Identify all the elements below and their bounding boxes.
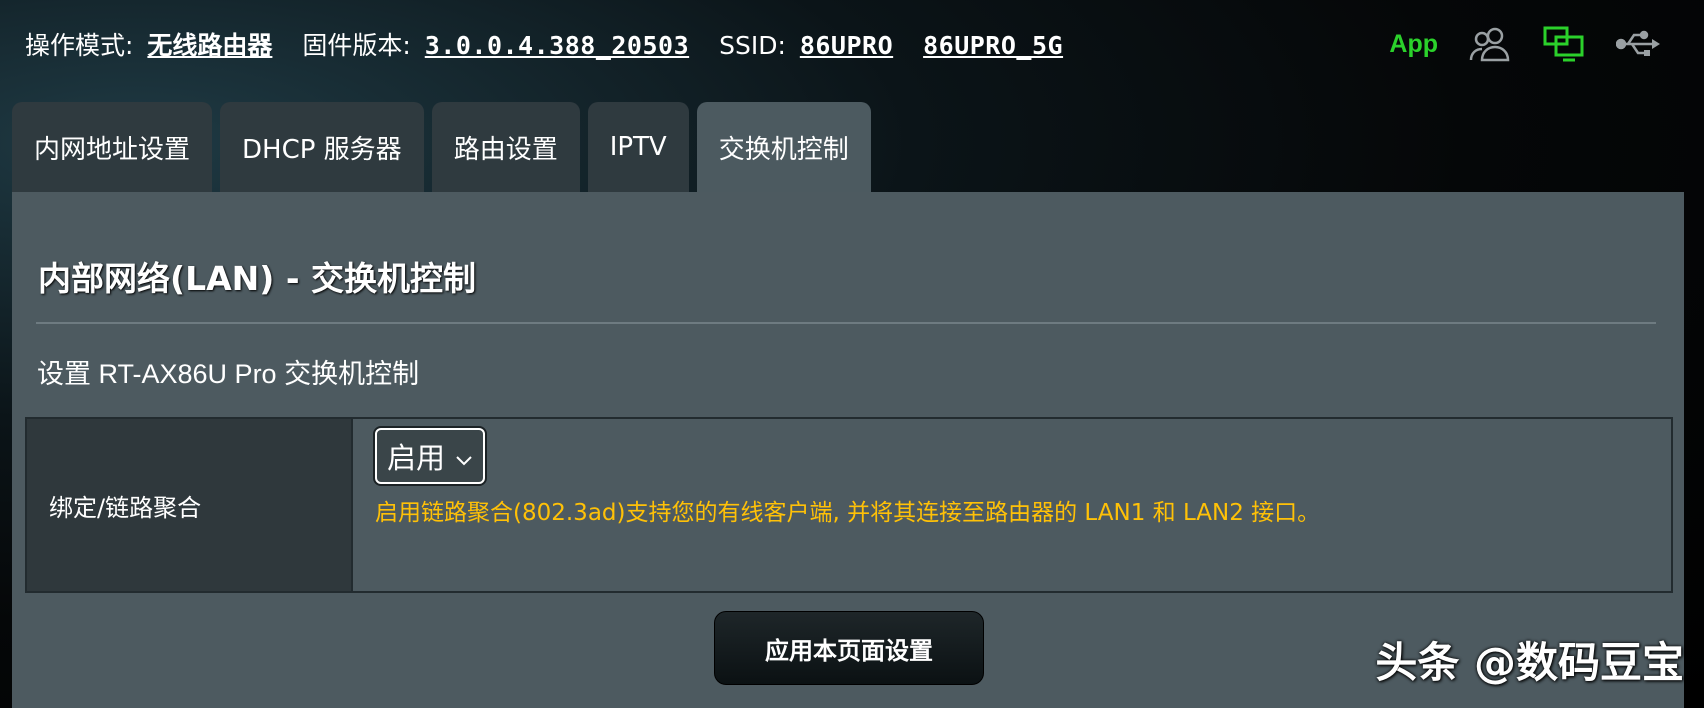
firmware-version-link[interactable]: 3.0.0.4.388_20503 [425,31,689,60]
usb-icon[interactable] [1616,24,1660,64]
ssid-label: SSID: [719,31,786,60]
tab-route[interactable]: 路由设置 [431,102,580,192]
firmware-label: 固件版本: [302,31,411,60]
bonding-value-cell: 启用 启用链路聚合(802.3ad)支持您的有线客户端, 并将其连接至路由器的 … [353,419,1671,591]
tab-dhcp-server[interactable]: DHCP 服务器 [220,102,424,192]
bonding-label: 绑定/链路聚合 [27,419,353,591]
operation-mode-link[interactable]: 无线路由器 [147,31,272,60]
ssid-2g-link[interactable]: 86UPRO [800,31,893,60]
bonding-hint: 启用链路聚合(802.3ad)支持您的有线客户端, 并将其连接至路由器的 LAN… [375,500,1321,526]
network-monitor-icon[interactable] [1542,24,1586,64]
bonding-select[interactable]: 启用 [375,428,486,484]
watermark: 头条 @数码豆宝 [1375,638,1684,687]
users-icon[interactable] [1468,24,1512,64]
page-title: 内部网络(LAN) - 交换机控制 [38,259,477,298]
status-line: 操作模式: 无线路由器 固件版本: 3.0.0.4.388_20503 SSID… [25,26,1085,62]
operation-mode-label: 操作模式: [25,31,134,60]
tab-iptv[interactable]: IPTV [587,102,689,192]
apply-button[interactable]: 应用本页面设置 [714,611,984,685]
chevron-down-icon [455,439,473,473]
settings-table: 绑定/链路聚合 启用 启用链路聚合(802.3ad)支持您的有线客户端, 并将其… [25,417,1673,593]
tab-switch-control[interactable]: 交换机控制 [696,102,871,192]
page-subtitle: 设置 RT-AX86U Pro 交换机控制 [37,359,420,389]
top-status-bar: 操作模式: 无线路由器 固件版本: 3.0.0.4.388_20503 SSID… [0,0,1704,92]
status-icons: App [1389,24,1660,64]
tab-bar: 内网地址设置 DHCP 服务器 路由设置 IPTV 交换机控制 [12,102,871,194]
tab-lan-ip[interactable]: 内网地址设置 [12,102,213,192]
bonding-select-value: 启用 [387,441,446,475]
ssid-5g-link[interactable]: 86UPRO_5G [923,31,1063,60]
app-link[interactable]: App [1389,30,1438,59]
title-divider [36,322,1656,324]
